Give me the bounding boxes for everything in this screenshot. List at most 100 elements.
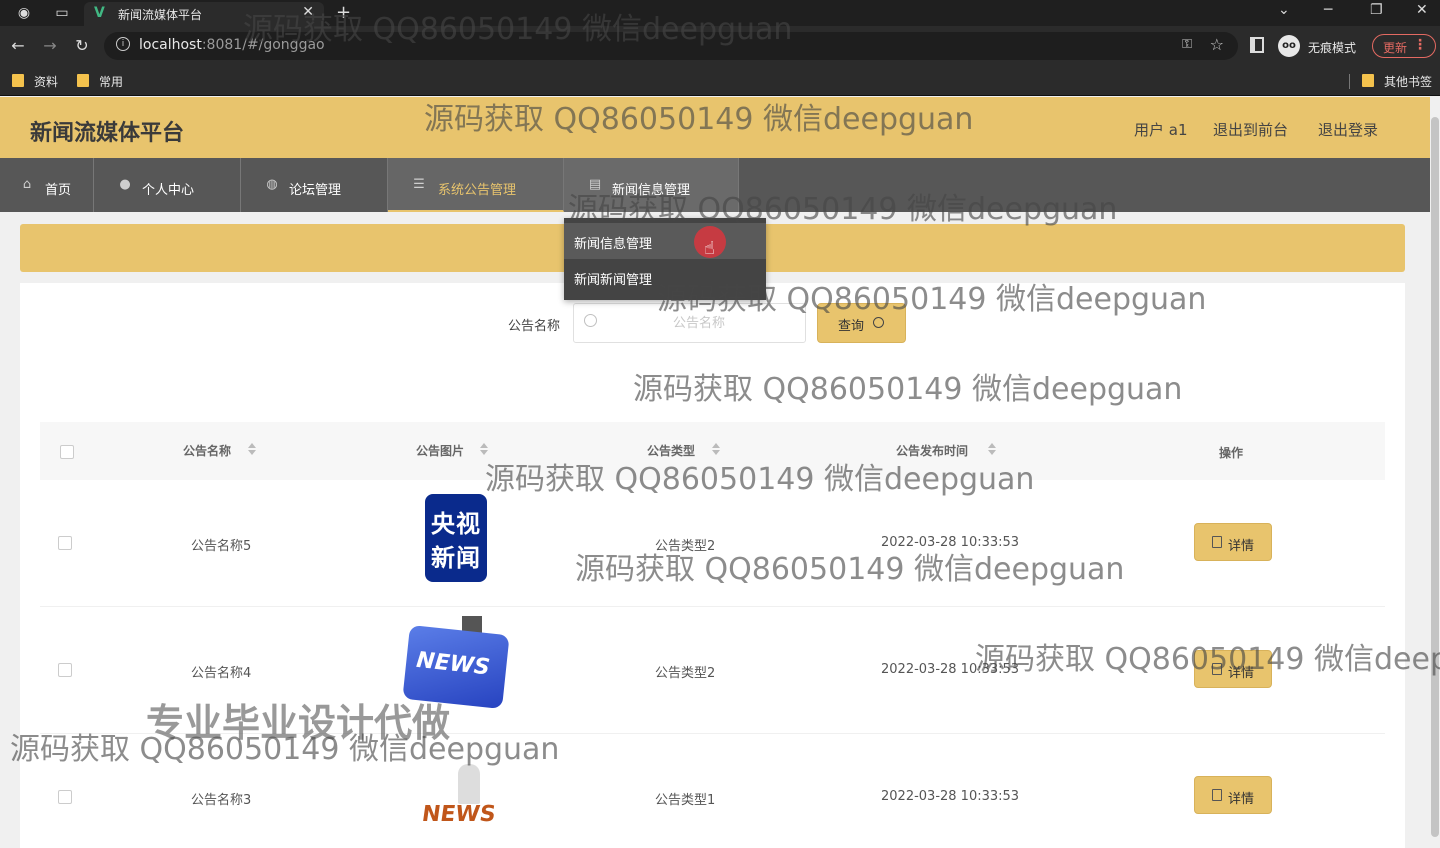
list-icon: ☰	[413, 177, 425, 192]
url-field[interactable]: i localhost:8081/#/gonggao ⚿ ☆	[104, 32, 1238, 60]
url-host: localhost	[139, 37, 202, 53]
close-window-icon[interactable]: ✕	[1416, 2, 1428, 18]
nav-item-news[interactable]: ▤ 新闻信息管理	[564, 158, 739, 212]
document-icon	[1212, 663, 1222, 675]
table-row: 公告名称3 公告类型1 2022-03-28 10:33:53 详情	[40, 734, 1385, 848]
lightbulb-icon: ◍	[266, 177, 278, 192]
search-field[interactable]	[573, 303, 806, 343]
sort-icon[interactable]	[248, 443, 256, 457]
detail-button[interactable]: 详情	[1194, 650, 1272, 688]
app-header: 新闻流媒体平台 用户 a1 退出到前台 退出登录	[0, 97, 1440, 158]
user-name: 用户 a1	[1134, 121, 1188, 139]
bookmark-label: 常用	[99, 75, 124, 89]
table-row: 公告名称4 公告类型2 2022-03-28 10:33:53 详情	[40, 607, 1385, 734]
document-icon	[1212, 789, 1222, 801]
menu-item-news-info[interactable]: 新闻信息管理	[564, 223, 766, 259]
detail-button-label: 详情	[1228, 792, 1255, 807]
row-checkbox[interactable]	[58, 790, 72, 804]
sort-icon[interactable]	[988, 443, 996, 457]
new-tab-icon[interactable]: +	[336, 2, 351, 23]
column-header-actions: 操作	[1219, 446, 1244, 460]
side-panel-icon[interactable]	[1250, 37, 1264, 53]
back-icon[interactable]: ←	[8, 36, 28, 55]
column-header-time[interactable]: 公告发布时间	[896, 442, 968, 459]
cell-time: 2022-03-28 10:33:53	[881, 535, 1020, 550]
column-header-image[interactable]: 公告图片	[416, 442, 464, 459]
update-label: 更新	[1383, 41, 1408, 55]
vue-logo-icon: V	[94, 5, 105, 21]
minimize-icon[interactable]: ─	[1324, 2, 1332, 18]
url-text: localhost:8081/#/gonggao	[139, 37, 325, 53]
logout-link[interactable]: 退出登录	[1318, 119, 1378, 140]
app-title: 新闻流媒体平台	[30, 121, 185, 146]
detail-button[interactable]: 详情	[1194, 776, 1272, 814]
nav-item-profile[interactable]: ● 个人中心	[94, 158, 241, 212]
search-label: 公告名称	[508, 319, 561, 334]
bookmark-folder[interactable]: 资料	[12, 73, 72, 89]
browser-menu-icon[interactable]: ◉	[14, 3, 34, 23]
address-bar: ← → ↻ i localhost:8081/#/gonggao ⚿ ☆ oo …	[0, 26, 1440, 66]
sort-icon[interactable]	[480, 443, 488, 457]
bookmarks-bar: 资料 常用 其他书签	[0, 66, 1440, 96]
cell-name: 公告名称5	[191, 539, 252, 554]
search-input[interactable]	[604, 312, 794, 334]
figure-image	[458, 764, 480, 804]
search-icon	[584, 314, 597, 327]
incognito-indicator[interactable]: oo 无痕模式	[1278, 33, 1358, 59]
cell-type: 公告类型1	[655, 793, 716, 808]
tab-search-icon[interactable]: ▭	[52, 3, 72, 23]
restore-icon[interactable]: ❐	[1370, 2, 1383, 18]
row-checkbox[interactable]	[58, 663, 72, 677]
image-caption: NEWS	[420, 802, 498, 827]
other-bookmarks[interactable]: 其他书签	[1362, 73, 1436, 89]
sort-icon[interactable]	[712, 443, 720, 457]
nav-item-label: 论坛管理	[289, 183, 342, 198]
bookmark-star-icon[interactable]: ☆	[1210, 35, 1224, 54]
column-header-type[interactable]: 公告类型	[647, 442, 695, 459]
cell-name: 公告名称3	[191, 793, 252, 808]
key-icon[interactable]: ⚿	[1182, 37, 1192, 52]
cell-time: 2022-03-28 10:33:53	[881, 789, 1020, 804]
reload-icon[interactable]: ↻	[72, 36, 92, 55]
column-header-name[interactable]: 公告名称	[183, 442, 231, 459]
announcement-image-news-key: NEWS	[402, 616, 510, 716]
tab-active[interactable]: V 新闻流媒体平台 ✕	[84, 2, 324, 26]
nav-item-label: 新闻信息管理	[612, 183, 691, 198]
scrollbar-thumb[interactable]	[1431, 117, 1439, 837]
table-row: 公告名称5 公告类型2 2022-03-28 10:33:53 详情	[40, 480, 1385, 607]
news-key: NEWS	[402, 624, 510, 710]
menu-item-label: 新闻新闻管理	[574, 273, 653, 288]
document-icon: ▤	[588, 177, 602, 192]
image-caption: NEWS	[415, 647, 491, 681]
folder-icon	[12, 74, 24, 87]
search-button-label: 查询	[838, 319, 865, 334]
select-all-checkbox[interactable]	[60, 445, 74, 459]
cell-type: 公告类型2	[655, 539, 716, 554]
hand-cursor-icon: ☝	[704, 238, 715, 259]
update-button[interactable]: 更新 ⋮	[1372, 34, 1436, 58]
tab-close-icon[interactable]: ✕	[302, 4, 314, 20]
menu-item-news-news[interactable]: 新闻新闻管理	[564, 259, 766, 295]
bookmark-label: 资料	[34, 75, 59, 89]
forward-icon[interactable]: →	[40, 36, 60, 55]
page-scrollbar[interactable]	[1430, 97, 1440, 848]
folder-icon	[77, 74, 89, 87]
detail-button-label: 详情	[1228, 666, 1255, 681]
nav-item-home[interactable]: ⌂ 首页	[0, 158, 94, 212]
detail-button[interactable]: 详情	[1194, 523, 1272, 561]
more-menu-icon: ⋮	[1413, 37, 1427, 53]
bookmark-label: 其他书签	[1384, 75, 1433, 89]
search-button[interactable]: 查询	[817, 303, 906, 343]
search-icon	[873, 317, 884, 328]
back-to-front-link[interactable]: 退出到前台	[1213, 119, 1288, 140]
cell-time: 2022-03-28 10:33:53	[881, 662, 1020, 677]
news-dropdown-menu: 新闻信息管理 新闻新闻管理	[564, 218, 766, 300]
bookmark-folder[interactable]: 常用	[77, 73, 137, 89]
nav-item-announcements[interactable]: ☰ 系统公告管理	[388, 158, 564, 212]
tab-list-icon[interactable]: ⌄	[1278, 2, 1290, 18]
row-checkbox[interactable]	[58, 536, 72, 550]
home-icon: ⌂	[22, 177, 32, 192]
site-info-icon[interactable]: i	[116, 37, 130, 51]
announcement-image-cctv-news: 央视 新闻	[425, 494, 487, 582]
nav-item-forum[interactable]: ◍ 论坛管理	[241, 158, 388, 212]
